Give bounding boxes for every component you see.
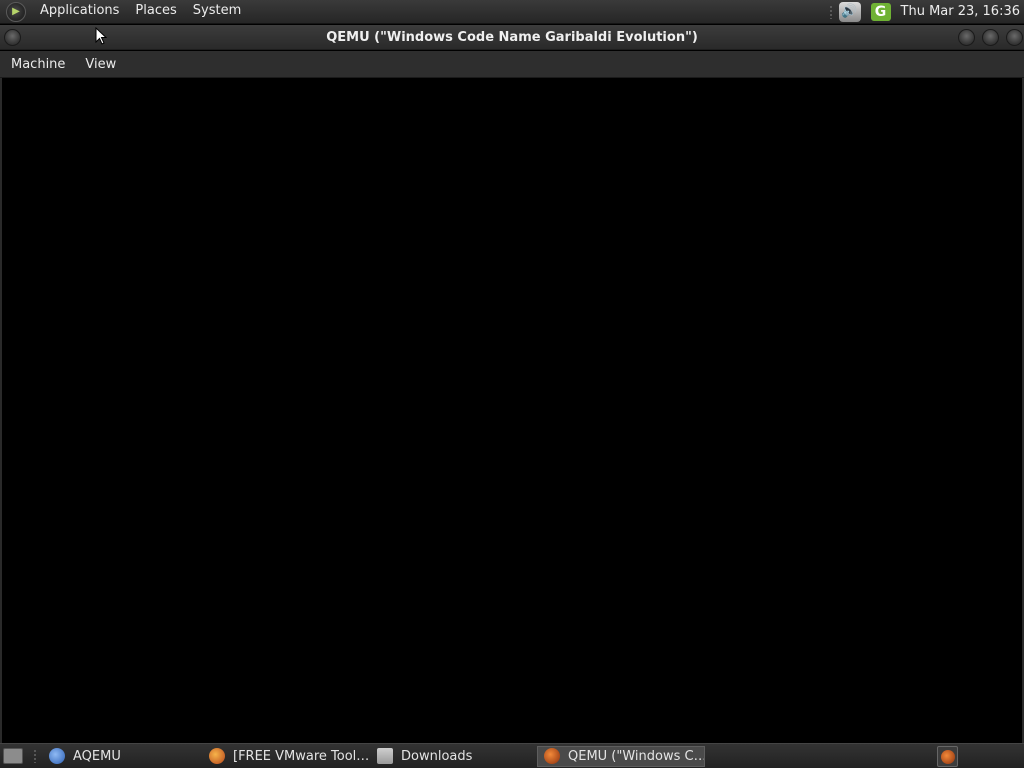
- panel-handle[interactable]: [828, 4, 833, 19]
- qemu-menubar: Machine View: [0, 51, 1024, 78]
- minimize-button[interactable]: [958, 29, 975, 46]
- view-menu[interactable]: View: [75, 57, 126, 72]
- task-label: [FREE VMware Tool…: [233, 748, 370, 764]
- task-firefox[interactable]: [FREE VMware Tool…: [203, 746, 371, 767]
- window-titlebar[interactable]: QEMU ("Windows Code Name Garibaldi Evolu…: [0, 25, 1024, 50]
- task-aqemu[interactable]: AQEMU: [43, 746, 203, 767]
- task-label: QEMU ("Windows C…: [568, 748, 705, 764]
- applications-menu[interactable]: Applications: [32, 0, 127, 24]
- update-manager-icon[interactable]: G: [870, 2, 891, 21]
- taskbar-handle[interactable]: [33, 749, 37, 763]
- machine-menu[interactable]: Machine: [0, 57, 75, 72]
- notification-area: 🔊 G Thu Mar 23, 16:36: [823, 0, 1024, 24]
- top-panel: ▶ Applications Places System 🔊 G Thu Mar…: [0, 0, 1024, 24]
- task-label: AQEMU: [73, 748, 121, 764]
- clock[interactable]: Thu Mar 23, 16:36: [901, 4, 1024, 19]
- window-title: QEMU ("Windows Code Name Garibaldi Evolu…: [326, 30, 698, 45]
- aqemu-icon: [49, 748, 65, 764]
- vm-display[interactable]: [2, 79, 1022, 742]
- volume-icon[interactable]: 🔊: [838, 1, 861, 22]
- task-downloads[interactable]: Downloads: [371, 746, 537, 767]
- firefox-icon: [209, 748, 225, 764]
- qemu-tray-icon[interactable]: [937, 746, 958, 767]
- bottom-panel: AQEMU [FREE VMware Tool… Downloads QEMU …: [0, 743, 1024, 768]
- task-qemu[interactable]: QEMU ("Windows C…: [537, 745, 705, 767]
- mouse-cursor-icon: [95, 27, 107, 45]
- maximize-button[interactable]: [982, 29, 999, 46]
- places-menu[interactable]: Places: [127, 0, 184, 24]
- close-button[interactable]: [1006, 29, 1023, 46]
- qemu-icon: [544, 748, 560, 764]
- folder-icon: [377, 748, 393, 764]
- task-label: Downloads: [401, 748, 473, 764]
- show-desktop-icon[interactable]: [3, 748, 23, 764]
- gnome-menu-icon[interactable]: ▶: [6, 1, 26, 22]
- system-menu[interactable]: System: [185, 0, 249, 24]
